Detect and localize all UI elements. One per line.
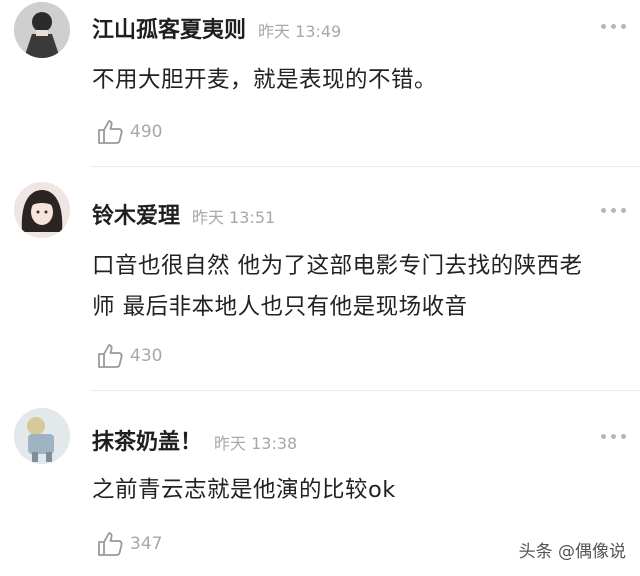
divider: [90, 390, 640, 391]
like-count: 490: [130, 122, 163, 142]
avatar[interactable]: [14, 2, 70, 58]
username[interactable]: 抹茶奶盖！: [92, 424, 202, 456]
like-button[interactable]: 430: [96, 342, 162, 370]
more-options-icon[interactable]: [601, 434, 626, 439]
username[interactable]: 江山孤客夏夷则: [92, 12, 246, 44]
timestamp: 昨天 13:51: [192, 208, 276, 227]
watermark: 头条 @偶像说: [518, 542, 626, 562]
like-count: 430: [130, 346, 163, 366]
thumbs-up-icon: [98, 120, 123, 144]
like-count: 347: [130, 534, 163, 554]
like-button[interactable]: 347: [96, 530, 162, 558]
more-options-icon[interactable]: [601, 208, 626, 213]
timestamp: 昨天 13:38: [214, 434, 298, 453]
comment-text: 之前青云志就是他演的比较ok: [92, 477, 396, 503]
more-options-icon[interactable]: [601, 24, 626, 29]
username[interactable]: 铃木爱理: [92, 198, 180, 230]
timestamp: 昨天 13:49: [258, 22, 342, 41]
divider: [90, 166, 640, 167]
thumbs-up-icon: [98, 344, 123, 368]
thumbs-up-icon: [98, 532, 123, 556]
comment-text: 不用大胆开麦，就是表现的不错。: [92, 67, 438, 93]
avatar[interactable]: [14, 408, 70, 464]
avatar[interactable]: [14, 182, 70, 238]
like-button[interactable]: 490: [96, 118, 162, 146]
comment-text: 口音也很自然 他为了这部电影专门去找的陕西老师 最后非本地人也只有他是现场收音: [92, 253, 583, 320]
